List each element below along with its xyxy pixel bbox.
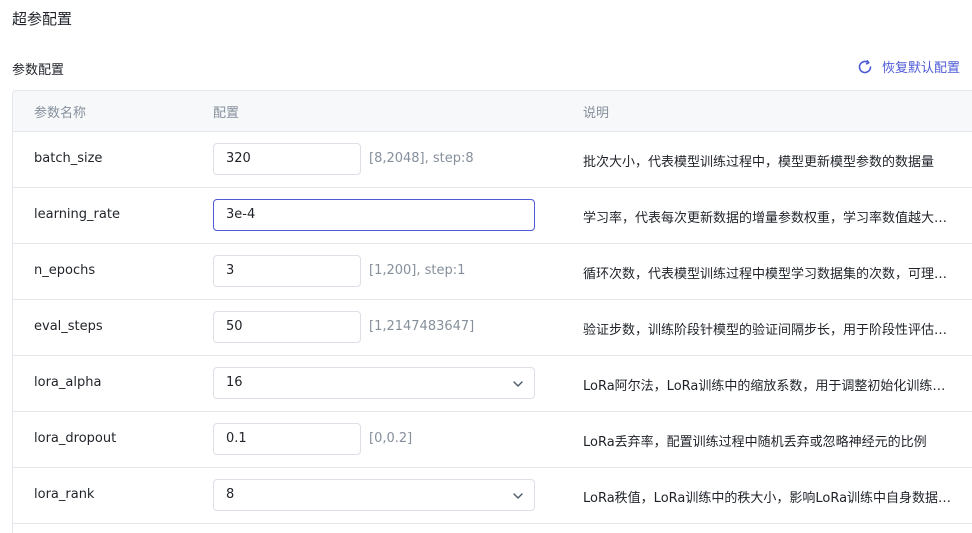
lora-alpha-select[interactable]: 16 bbox=[213, 367, 535, 399]
header-param-name: 参数名称 bbox=[34, 106, 87, 121]
param-range: [8,2048], step:8 bbox=[369, 151, 474, 166]
param-name: lora_rank bbox=[34, 487, 95, 502]
header-description: 说明 bbox=[583, 106, 610, 121]
param-name: lora_dropout bbox=[34, 431, 117, 446]
param-name: learning_rate bbox=[34, 207, 120, 222]
n-epochs-input[interactable]: 3 bbox=[213, 255, 361, 287]
table-row: batch_size 320 [8,2048], step:8 批次大小，代表模… bbox=[13, 132, 972, 188]
restore-defaults-button[interactable]: 恢复默认配置 bbox=[857, 57, 960, 76]
table-row: eval_steps 50 [1,2147483647] 验证步数，训练阶段针模… bbox=[13, 300, 972, 356]
table-row: lora_rank 8 LoRa秩值，LoRa训练中的秩大小，影响LoRa训练中… bbox=[13, 468, 972, 524]
section-title: 参数配置 bbox=[12, 63, 65, 78]
chevron-down-icon bbox=[513, 381, 523, 387]
lora-dropout-input[interactable]: 0.1 bbox=[213, 423, 361, 455]
param-range: [1,2147483647] bbox=[369, 319, 475, 334]
table-row: learning_rate 3e-4 学习率，代表每次更新数据的增量参数权重，学… bbox=[13, 188, 972, 244]
param-name: batch_size bbox=[34, 151, 103, 166]
param-name: lora_alpha bbox=[34, 375, 102, 390]
table-row: n_epochs 3 [1,200], step:1 循环次数，代表模型训练过程… bbox=[13, 244, 972, 300]
param-name: n_epochs bbox=[34, 263, 96, 278]
batch-size-input[interactable]: 320 bbox=[213, 143, 361, 175]
param-description: 循环次数，代表模型训练过程中模型学习数据集的次数，可理解为看几遍数据 bbox=[583, 267, 955, 282]
refresh-icon bbox=[858, 59, 872, 73]
select-value: 16 bbox=[226, 375, 243, 390]
table-header: 参数名称 配置 说明 bbox=[13, 91, 972, 132]
param-range: [1,200], step:1 bbox=[369, 263, 466, 278]
lora-rank-select[interactable]: 8 bbox=[213, 479, 535, 511]
param-description: 批次大小，代表模型训练过程中，模型更新模型参数的数据量 bbox=[583, 155, 935, 170]
param-name: eval_steps bbox=[34, 319, 103, 334]
param-description: LoRa丢弃率，配置训练过程中随机丢弃或忽略神经元的比例 bbox=[583, 435, 927, 450]
param-description: LoRa阿尔法，LoRa训练中的缩放系数，用于调整初始化训练权重 bbox=[583, 379, 955, 394]
eval-steps-input[interactable]: 50 bbox=[213, 311, 361, 343]
params-table: 参数名称 配置 说明 batch_size 320 [8,2048], step… bbox=[12, 90, 972, 533]
learning-rate-input[interactable]: 3e-4 bbox=[213, 199, 535, 231]
param-range: [0,0.2] bbox=[369, 431, 413, 446]
chevron-down-icon bbox=[513, 493, 523, 499]
param-description: 学习率，代表每次更新数据的增量参数权重，学习率数值越大参数变化越大 bbox=[583, 211, 955, 226]
section-header: 参数配置 恢复默认配置 bbox=[12, 57, 960, 78]
page-title: 超参配置 bbox=[12, 10, 73, 28]
param-description: 验证步数，训练阶段针模型的验证间隔步长，用于阶段性评估模型训练准确率 bbox=[583, 323, 955, 338]
header-config: 配置 bbox=[213, 106, 240, 121]
select-value: 8 bbox=[226, 487, 235, 502]
restore-defaults-label: 恢复默认配置 bbox=[881, 61, 960, 76]
param-description: LoRa秩值，LoRa训练中的秩大小，影响LoRa训练中自身数据对模型的影响 bbox=[583, 491, 955, 506]
table-row: lora_dropout 0.1 [0,0.2] LoRa丢弃率，配置训练过程中… bbox=[13, 412, 972, 468]
table-row: lora_alpha 16 LoRa阿尔法，LoRa训练中的缩放系数，用于调整初… bbox=[13, 356, 972, 412]
